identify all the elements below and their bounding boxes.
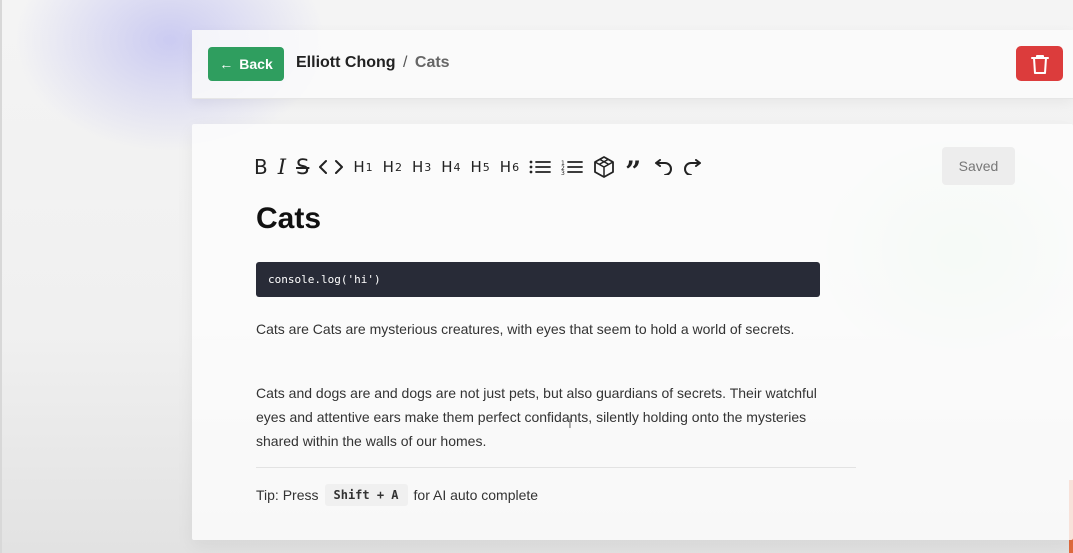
document-title[interactable]: Cats xyxy=(256,202,321,236)
heading-3-icon[interactable]: H3 xyxy=(412,154,431,180)
code-block-icon[interactable] xyxy=(593,154,615,180)
tip-suffix: for AI auto complete xyxy=(413,487,539,503)
breadcrumb-separator: / xyxy=(402,54,408,71)
editor-card: B I S H1 H2 H3 H4 H5 H6 1 2 3 ” Saved Ca… xyxy=(192,124,1073,540)
heading-6-icon[interactable]: H6 xyxy=(500,154,519,180)
heading-4-icon[interactable]: H4 xyxy=(441,154,460,180)
trash-icon xyxy=(1030,54,1049,74)
undo-icon[interactable] xyxy=(651,154,673,180)
bold-icon[interactable]: B xyxy=(254,154,268,180)
code-icon[interactable] xyxy=(319,154,344,180)
tip-prefix: Tip: Press xyxy=(256,487,319,503)
ordered-list-icon[interactable]: 1 2 3 xyxy=(561,154,583,180)
saved-status-button[interactable]: Saved xyxy=(942,147,1015,185)
back-button-label: Back xyxy=(239,56,273,72)
breadcrumb: Elliott Chong / Cats xyxy=(296,54,450,72)
italic-icon[interactable]: I xyxy=(278,154,286,180)
back-button[interactable]: ← Back xyxy=(208,47,284,81)
code-block[interactable]: console.log('hi') xyxy=(256,262,820,297)
svg-text:3: 3 xyxy=(561,170,565,175)
editor-toolbar: B I S H1 H2 H3 H4 H5 H6 1 2 3 ” xyxy=(254,154,715,186)
page-header: ← Back Elliott Chong / Cats xyxy=(192,30,1073,99)
breadcrumb-author[interactable]: Elliott Chong xyxy=(296,54,396,71)
text-cursor-icon: I xyxy=(568,415,572,431)
heading-2-icon[interactable]: H2 xyxy=(383,154,402,180)
strikethrough-icon[interactable]: S xyxy=(296,154,309,180)
tip-text: Tip: Press Shift + A for AI auto complet… xyxy=(256,484,538,506)
heading-5-icon[interactable]: H5 xyxy=(471,154,490,180)
bullet-list-icon[interactable] xyxy=(529,154,551,180)
paragraph[interactable]: Cats and dogs are and dogs are not just … xyxy=(256,381,826,453)
delete-button[interactable] xyxy=(1016,46,1063,81)
redo-icon[interactable] xyxy=(683,154,705,180)
arrow-left-icon: ← xyxy=(219,56,234,72)
blockquote-icon[interactable]: ” xyxy=(625,154,641,186)
paragraph[interactable]: Cats are Cats are mysterious creatures, … xyxy=(256,317,826,341)
keyboard-shortcut: Shift + A xyxy=(324,484,408,506)
divider xyxy=(256,467,856,468)
breadcrumb-current: Cats xyxy=(414,54,450,71)
window-edge xyxy=(0,0,2,553)
heading-1-icon[interactable]: H1 xyxy=(353,154,372,180)
